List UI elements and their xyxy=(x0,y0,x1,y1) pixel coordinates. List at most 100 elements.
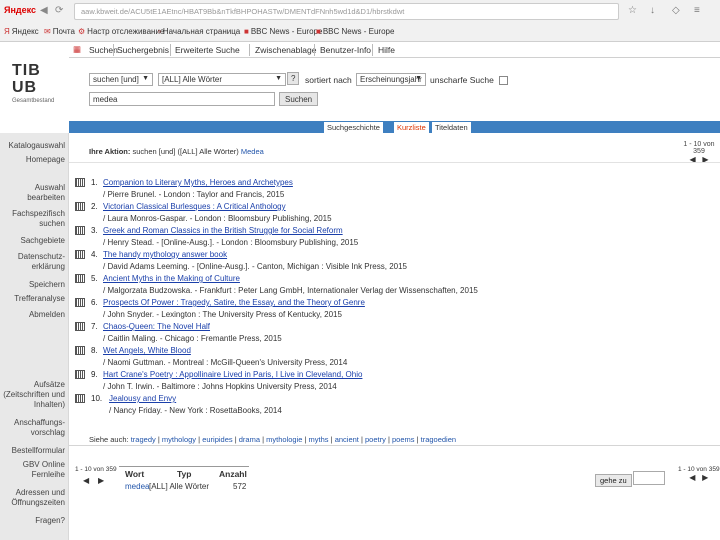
action-query-link[interactable]: Medea xyxy=(241,147,264,156)
sidebar-item-catalog[interactable]: Katalogauswahl xyxy=(9,141,65,151)
paging-arrows: ◀ ▶ xyxy=(83,476,104,485)
bookmark-icon[interactable]: ☆ xyxy=(628,5,637,16)
tab-title-data[interactable]: Titeldaten xyxy=(432,122,471,133)
see-also-link[interactable]: ancient xyxy=(335,435,359,444)
sidebar-item-acquisition[interactable]: Anschaffungs-vorschlag xyxy=(5,418,65,438)
help-button[interactable]: ? xyxy=(287,72,300,85)
back-icon[interactable]: ◀ xyxy=(40,5,48,16)
sidebar-item-save[interactable]: Speichern xyxy=(29,280,65,290)
result-title-link[interactable]: The handy mythology answer book xyxy=(103,250,227,259)
url-bar[interactable]: aaw.kbweit.de/ACU5tE1AEtnc/HBAT9Bb&nTkfB… xyxy=(74,3,619,20)
result-responsibility: / Naomi Guttman. - Montreal : McGill-Que… xyxy=(103,358,348,367)
bookmark-item[interactable]: ■ BBC News - Europe xyxy=(316,27,394,36)
bookmark-item[interactable]: ▫ Начальная страница xyxy=(158,27,240,36)
result-title-link[interactable]: Ancient Myths in the Making of Culture xyxy=(103,274,240,283)
result-title-link[interactable]: Hart Crane's Poetry : Appollinaire Lived… xyxy=(103,370,362,379)
nav-clipboard[interactable]: Zwischenablage xyxy=(255,45,316,55)
see-also-link[interactable]: tragoedien xyxy=(421,435,456,444)
sidebar-item-homepage[interactable]: Homepage xyxy=(26,155,65,165)
search-terms-table: Wort Typ Anzahl medea [ALL] Alle Wörter … xyxy=(119,466,249,491)
result-title-link[interactable]: Victorian Classical Burlesques : A Criti… xyxy=(103,202,286,211)
bookmark-item[interactable]: ✉ Почта xyxy=(44,27,75,36)
see-also-line: Siehe auch: tragedy | mythology | euripi… xyxy=(89,435,457,444)
browser-chrome: Яндекс ◀ ⟳ aaw.kbweit.de/ACU5tE1AEtnc/HB… xyxy=(0,0,720,42)
term-word-link[interactable]: medea xyxy=(125,482,149,491)
reload-icon[interactable]: ⟳ xyxy=(55,5,63,16)
sidebar-item-questions[interactable]: Fragen? xyxy=(35,516,65,526)
paging-bottom-left: 1 - 10 von 359 xyxy=(75,466,117,473)
see-also-link[interactable]: poetry xyxy=(365,435,386,444)
next-page-icon[interactable]: ▶ xyxy=(702,473,708,482)
result-record: 4. The handy mythology answer book / Dav… xyxy=(75,250,715,274)
bookmark-item[interactable]: Я Яндекс xyxy=(4,27,39,36)
divider xyxy=(69,162,720,163)
see-also-link[interactable]: euripides xyxy=(202,435,232,444)
next-page-icon[interactable]: ▶ xyxy=(98,476,104,485)
result-title-link[interactable]: Wet Angels, White Blood xyxy=(103,346,191,355)
sidebar-item-hit-analysis[interactable]: Trefferanalyse xyxy=(14,294,65,304)
yandex-icon: Я xyxy=(4,27,10,36)
see-also-link[interactable]: mythology xyxy=(162,435,196,444)
sidebar-item-subject-search[interactable]: Fachspezifisch suchen xyxy=(1,209,65,229)
page-icon: ▫ xyxy=(158,27,161,36)
prev-page-icon[interactable]: ◀ xyxy=(689,473,695,482)
goto-button[interactable]: gehe zu xyxy=(595,474,632,487)
search-mode-select[interactable]: suchen [und] ▼ xyxy=(89,73,153,86)
prev-page-icon[interactable]: ◀ xyxy=(83,476,89,485)
search-input[interactable]: medea xyxy=(89,92,275,106)
see-also-link[interactable]: myths xyxy=(309,435,329,444)
menu-icon[interactable]: ≡ xyxy=(694,5,700,16)
result-title-link[interactable]: Chaos-Queen: The Novel Half xyxy=(103,322,210,331)
browser-brand: Яндекс xyxy=(4,5,37,15)
divider xyxy=(170,44,171,56)
nav-user-info[interactable]: Benutzer-Info xyxy=(320,45,371,55)
col-type: Typ xyxy=(177,469,192,479)
result-record: 1. Companion to Literary Myths, Heroes a… xyxy=(75,178,715,202)
result-responsibility: / Pierre Brunel. - London : Taylor and F… xyxy=(103,190,285,199)
sidebar-item-logout[interactable]: Abmelden xyxy=(29,310,65,320)
tib-ub-logo[interactable]: TIB UB Gesamtbestand xyxy=(12,62,58,104)
results-panel: Ihre Aktion: suchen [und] ([ALL] Alle Wö… xyxy=(69,133,720,540)
see-also-link[interactable]: tragedy xyxy=(131,435,156,444)
goto-input[interactable] xyxy=(633,471,665,485)
result-title-link[interactable]: Greek and Roman Classics in the British … xyxy=(103,226,343,235)
nav-help[interactable]: Hilfe xyxy=(378,45,395,55)
result-responsibility: / Caitlin Maling. - Chicago : Fremantle … xyxy=(103,334,282,343)
bookmarks-bar: Я Яндекс ✉ Почта ⚙ Настр отслеживание ▫ Нача… xyxy=(0,24,720,41)
address-row: Яндекс ◀ ⟳ aaw.kbweit.de/ACU5tE1AEtnc/HB… xyxy=(0,0,720,24)
divider xyxy=(372,44,373,56)
nav-results[interactable]: Suchergebnis xyxy=(117,45,169,55)
sidebar-item-addresses[interactable]: Adressen und Öffnungszeiten xyxy=(0,488,65,508)
sidebar-item-order-form[interactable]: Bestellformular xyxy=(12,446,65,456)
fuzzy-search-label: unscharfe Suche xyxy=(430,75,494,85)
result-record: 5. Ancient Myths in the Making of Cultur… xyxy=(75,274,715,298)
tab-short-list[interactable]: Kurzliste xyxy=(394,122,429,133)
mail-icon: ✉ xyxy=(44,27,51,36)
see-also-link[interactable]: mythologie xyxy=(266,435,302,444)
search-button[interactable]: Suchen xyxy=(279,92,319,106)
sidebar-item-articles[interactable]: Aufsätze (Zeitschriften und Inhalten) xyxy=(0,380,65,410)
nav-advanced-search[interactable]: Erweiterte Suche xyxy=(175,45,240,55)
sidebar: Katalogauswahl Homepage Auswahl bearbeit… xyxy=(0,133,69,540)
result-title-link[interactable]: Prospects Of Power : Tragedy, Satire, th… xyxy=(103,298,365,307)
bookmark-item[interactable]: ⚙ Настр отслеживание xyxy=(78,27,164,36)
see-also-link[interactable]: poems xyxy=(392,435,415,444)
result-title-link[interactable]: Companion to Literary Myths, Heroes and … xyxy=(103,178,293,187)
sort-select[interactable]: Erscheinungsjahr ▼ xyxy=(356,73,426,86)
sidebar-item-edit-selection[interactable]: Auswahl bearbeiten xyxy=(25,183,65,203)
bookmark-item[interactable]: ■ BBC News - Europe xyxy=(244,27,322,36)
sidebar-item-subjects[interactable]: Sachgebiete xyxy=(21,236,65,246)
tab-search-history[interactable]: Suchgeschichte xyxy=(324,122,383,133)
extensions-icon[interactable]: ◇ xyxy=(672,5,680,16)
sidebar-item-privacy[interactable]: Datenschutz-erklärung xyxy=(5,252,65,272)
result-title-link[interactable]: Jealousy and Envy xyxy=(109,394,176,403)
fuzzy-search-checkbox[interactable] xyxy=(499,76,508,85)
logo-line1: TIB xyxy=(12,62,41,79)
download-icon[interactable]: ↓ xyxy=(650,5,655,16)
result-responsibility: / John T. Irwin. - Baltimore : Johns Hop… xyxy=(103,382,337,391)
see-also-link[interactable]: drama xyxy=(239,435,260,444)
sidebar-item-interlibrary-loan[interactable]: GBV Online Fernleihe xyxy=(13,460,65,480)
book-icon xyxy=(75,226,85,235)
search-field-select[interactable]: [ALL] Alle Wörter ▼ xyxy=(158,73,286,86)
result-record: 6. Prospects Of Power : Tragedy, Satire,… xyxy=(75,298,715,322)
